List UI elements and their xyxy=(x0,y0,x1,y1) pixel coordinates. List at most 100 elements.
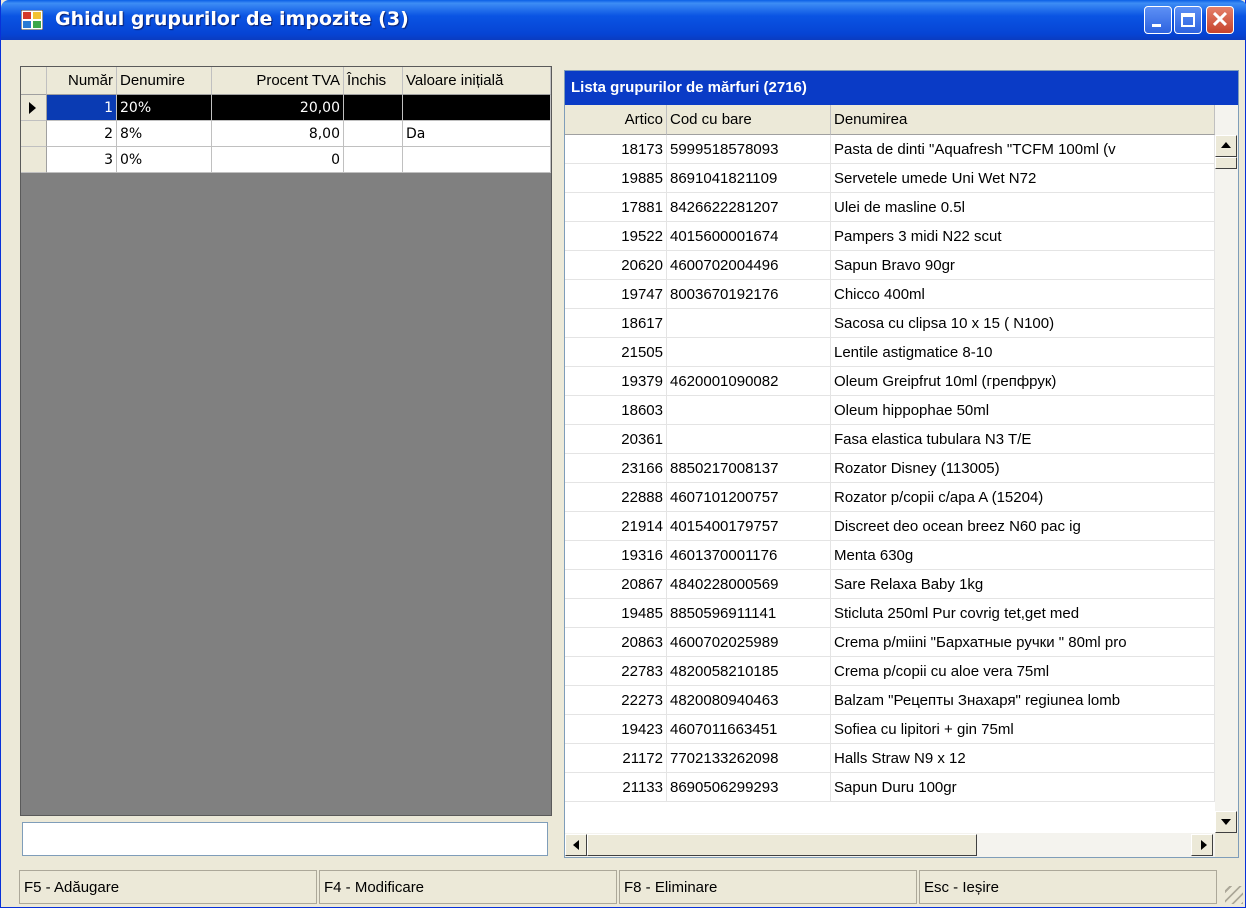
cell-article: 19379 xyxy=(565,367,667,396)
list-item[interactable]: 22273 4820080940463 Balzam "Рецепты Знахар… xyxy=(565,686,1215,715)
col-header-initial-value[interactable]: Valoare inițială xyxy=(403,67,551,95)
col-header-barcode[interactable]: Cod cu bare xyxy=(667,105,831,135)
cell-name[interactable]: 8% xyxy=(117,121,212,147)
cell-barcode: 4820080940463 xyxy=(667,686,831,715)
row-header-corner xyxy=(21,67,47,95)
minimize-button[interactable] xyxy=(1144,6,1172,34)
cell-barcode: 8850217008137 xyxy=(667,454,831,483)
maximize-button[interactable] xyxy=(1174,6,1202,34)
status-f4-edit[interactable]: F4 - Modificare xyxy=(319,870,617,904)
scroll-down-button[interactable] xyxy=(1215,811,1237,833)
col-header-vat-percent[interactable]: Procent TVA xyxy=(212,67,344,95)
scroll-left-button[interactable] xyxy=(565,834,587,856)
table-row[interactable]: 3 0% 0 xyxy=(21,147,551,173)
list-item[interactable]: 19379 4620001090082 Oleum Greipfrut 10ml (… xyxy=(565,367,1215,396)
cell-barcode: 4015400179757 xyxy=(667,512,831,541)
arrow-left-icon xyxy=(573,840,579,850)
list-item[interactable]: 21914 4015400179757 Discreet deo ocean bre… xyxy=(565,512,1215,541)
col-header-name[interactable]: Denumire xyxy=(117,67,212,95)
goods-vertical-scrollbar[interactable] xyxy=(1215,105,1238,833)
cell-article: 19423 xyxy=(565,715,667,744)
status-bar: F5 - Adăugare F4 - Modificare F8 - Elimi… xyxy=(1,868,1245,906)
cell-initial-value[interactable] xyxy=(403,147,551,173)
cell-barcode: 4620001090082 xyxy=(667,367,831,396)
cell-vat-percent[interactable]: 0 xyxy=(212,147,344,173)
list-item[interactable]: 18173 5999518578093 Pasta de dinti "Aquafr… xyxy=(565,135,1215,164)
list-item[interactable]: 22888 4607101200757 Rozator p/copii c/apa … xyxy=(565,483,1215,512)
list-item[interactable]: 20863 4600702025989 Crema p/miini "Бархатн… xyxy=(565,628,1215,657)
status-f5-add[interactable]: F5 - Adăugare xyxy=(19,870,317,904)
goods-horizontal-scrollbar[interactable] xyxy=(565,833,1215,857)
cell-vat-percent[interactable]: 8,00 xyxy=(212,121,344,147)
cell-article: 18173 xyxy=(565,135,667,164)
col-header-description[interactable]: Denumirea xyxy=(831,105,1215,135)
list-item[interactable]: 22783 4820058210185 Crema p/copii cu aloe … xyxy=(565,657,1215,686)
cell-initial-value[interactable] xyxy=(403,95,551,121)
scroll-right-button[interactable] xyxy=(1191,834,1213,856)
cell-article: 18617 xyxy=(565,309,667,338)
tax-filter-input[interactable] xyxy=(22,822,548,856)
cell-vat-percent[interactable]: 20,00 xyxy=(212,95,344,121)
title-bar[interactable]: Ghidul grupurilor de impozite (3) ✕ xyxy=(1,0,1246,40)
goods-grid-rows[interactable]: 18173 5999518578093 Pasta de dinti "Aquafr… xyxy=(565,135,1215,833)
cell-article: 22783 xyxy=(565,657,667,686)
list-item[interactable]: 19885 8691041821109 Servetele umede Uni We… xyxy=(565,164,1215,193)
list-item[interactable]: 23166 8850217008137 Rozator Disney (113005… xyxy=(565,454,1215,483)
scroll-up-button[interactable] xyxy=(1215,135,1237,157)
arrow-down-icon xyxy=(1221,819,1231,825)
cell-number[interactable]: 2 xyxy=(47,121,117,147)
cell-closed[interactable] xyxy=(344,147,403,173)
horizontal-scroll-thumb[interactable] xyxy=(587,834,977,856)
list-item[interactable]: 19423 4607011663451 Sofiea cu lipitori + g… xyxy=(565,715,1215,744)
list-item[interactable]: 21505 Lentile astigmatice 8-10 xyxy=(565,338,1215,367)
cell-article: 19485 xyxy=(565,599,667,628)
cell-article: 20620 xyxy=(565,251,667,280)
cell-closed[interactable] xyxy=(344,121,403,147)
status-esc-exit[interactable]: Esc - Ieșire xyxy=(919,870,1217,904)
list-item[interactable]: 20361 Fasa elastica tubulara N3 T/E xyxy=(565,425,1215,454)
list-item[interactable]: 17881 8426622281207 Ulei de masline 0.5l xyxy=(565,193,1215,222)
cell-name[interactable]: 20% xyxy=(117,95,212,121)
list-item[interactable]: 20867 4840228000569 Sare Relaxa Baby 1kg xyxy=(565,570,1215,599)
list-item[interactable]: 20620 4600702004496 Sapun Bravo 90gr xyxy=(565,251,1215,280)
panel-splitter[interactable] xyxy=(556,66,564,858)
col-header-number[interactable]: Număr xyxy=(47,67,117,95)
cell-article: 19885 xyxy=(565,164,667,193)
cell-number[interactable]: 1 xyxy=(47,95,117,121)
tax-groups-grid[interactable]: Număr Denumire Procent TVA Închis Valoar… xyxy=(20,66,552,816)
cell-description: Sare Relaxa Baby 1kg xyxy=(831,570,1215,599)
cell-article: 18603 xyxy=(565,396,667,425)
cell-closed[interactable] xyxy=(344,95,403,121)
col-header-closed[interactable]: Închis xyxy=(344,67,403,95)
cell-initial-value[interactable]: Da xyxy=(403,121,551,147)
resize-grip-icon[interactable] xyxy=(1225,886,1243,904)
cell-description: Crema p/miini "Бархатные ручки " 80ml pr… xyxy=(831,628,1215,657)
list-item[interactable]: 18603 Oleum hippophae 50ml xyxy=(565,396,1215,425)
row-header[interactable] xyxy=(21,121,47,147)
table-row[interactable]: 1 20% 20,00 xyxy=(21,95,551,121)
cell-barcode: 4600702025989 xyxy=(667,628,831,657)
list-item[interactable]: 19747 8003670192176 Chicco 400ml xyxy=(565,280,1215,309)
row-header[interactable] xyxy=(21,147,47,173)
cell-article: 19522 xyxy=(565,222,667,251)
list-item[interactable]: 21172 7702133262098 Halls Straw N9 x 12 xyxy=(565,744,1215,773)
row-header[interactable] xyxy=(21,95,47,121)
list-item[interactable]: 21133 8690506299293 Sapun Duru 100gr xyxy=(565,773,1215,802)
table-row[interactable]: 2 8% 8,00 Da xyxy=(21,121,551,147)
cell-name[interactable]: 0% xyxy=(117,147,212,173)
list-item[interactable]: 19485 8850596911141 Sticluta 250ml Pur cov… xyxy=(565,599,1215,628)
cell-number[interactable]: 3 xyxy=(47,147,117,173)
cell-description: Crema p/copii cu aloe vera 75ml xyxy=(831,657,1215,686)
cell-barcode: 4607101200757 xyxy=(667,483,831,512)
close-button[interactable]: ✕ xyxy=(1206,6,1234,34)
vertical-scroll-thumb[interactable] xyxy=(1215,157,1237,169)
cell-article: 17881 xyxy=(565,193,667,222)
status-f8-delete[interactable]: F8 - Eliminare xyxy=(619,870,917,904)
cell-article: 21914 xyxy=(565,512,667,541)
col-header-article[interactable]: Artico xyxy=(565,105,667,135)
list-item[interactable]: 18617 Sacosa cu clipsa 10 x 15 ( N100) xyxy=(565,309,1215,338)
cell-article: 20863 xyxy=(565,628,667,657)
list-item[interactable]: 19522 4015600001674 Pampers 3 midi N22 scu… xyxy=(565,222,1215,251)
cell-barcode: 8691041821109 xyxy=(667,164,831,193)
list-item[interactable]: 19316 4601370001176 Menta 630g xyxy=(565,541,1215,570)
